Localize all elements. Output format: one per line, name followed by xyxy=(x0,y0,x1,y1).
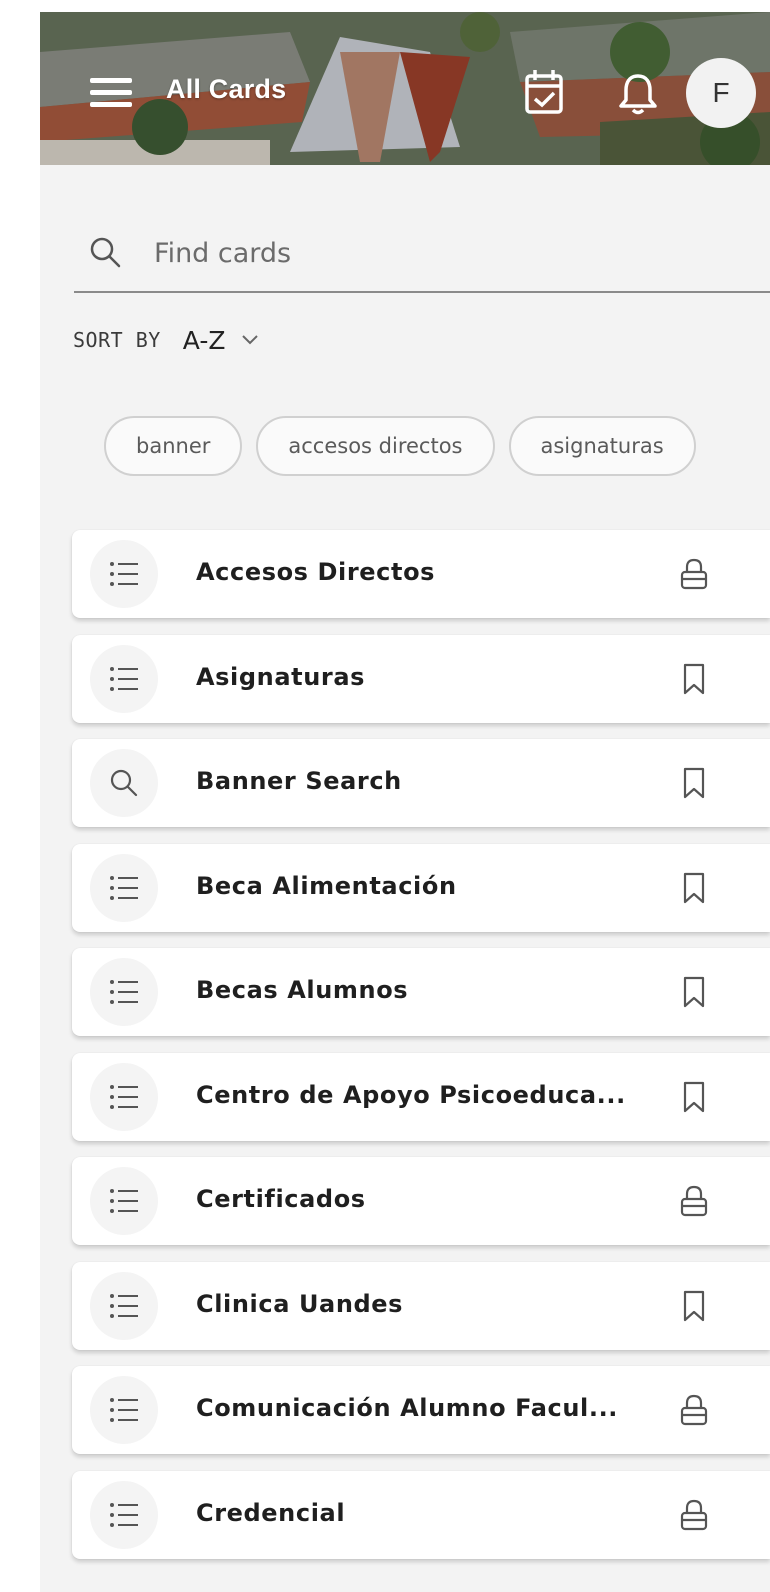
bookmark-icon[interactable] xyxy=(676,661,712,697)
card-item[interactable]: Comunicación Alumno Facul... xyxy=(72,1366,770,1454)
bookmark-icon[interactable] xyxy=(676,765,712,801)
list-icon xyxy=(90,540,158,608)
list-icon xyxy=(90,958,158,1026)
search-icon xyxy=(90,237,121,268)
bookmark-icon[interactable] xyxy=(676,1079,712,1115)
page-title: All Cards xyxy=(166,74,287,104)
app-page: All Cards F SORT BY A-Z xyxy=(40,12,770,1592)
chip-asignaturas[interactable]: asignaturas xyxy=(508,416,696,476)
list-icon xyxy=(90,1063,158,1131)
list-icon xyxy=(90,1272,158,1340)
header-banner: All Cards F xyxy=(40,12,770,165)
list-icon xyxy=(90,1481,158,1549)
search-input[interactable] xyxy=(152,227,756,279)
card-item[interactable]: Accesos Directos xyxy=(72,530,770,618)
search-icon xyxy=(90,749,158,817)
avatar[interactable]: F xyxy=(686,58,756,128)
header-shade xyxy=(40,12,770,165)
sort-dropdown[interactable]: SORT BY A-Z xyxy=(73,317,260,363)
lock-icon[interactable] xyxy=(676,556,712,592)
calendar-check-icon[interactable] xyxy=(524,68,564,116)
card-item[interactable]: Asignaturas xyxy=(72,635,770,723)
card-title: Comunicación Alumno Facul... xyxy=(196,1394,619,1422)
card-title: Centro de Apoyo Psicoeduca... xyxy=(196,1081,626,1109)
card-title: Beca Alimentación xyxy=(196,872,457,900)
chip-accesos-directos[interactable]: accesos directos xyxy=(256,416,495,476)
filter-chips: banner accesos directos asignaturas xyxy=(104,416,770,476)
chevron-down-icon xyxy=(241,335,258,345)
card-title: Asignaturas xyxy=(196,663,366,691)
sort-value: A-Z xyxy=(182,325,226,355)
card-item[interactable]: Banner Search xyxy=(72,739,770,827)
bookmark-icon[interactable] xyxy=(676,1288,712,1324)
list-icon xyxy=(90,1167,158,1235)
card-item[interactable]: Becas Alumnos xyxy=(72,948,770,1036)
bell-icon[interactable] xyxy=(616,70,660,116)
card-item[interactable]: Beca Alimentación xyxy=(72,844,770,932)
sort-label: SORT BY xyxy=(73,328,161,352)
list-icon xyxy=(90,645,158,713)
lock-icon[interactable] xyxy=(676,1497,712,1533)
chip-banner[interactable]: banner xyxy=(104,416,243,476)
card-item[interactable]: Certificados xyxy=(72,1157,770,1245)
card-item[interactable]: Clinica Uandes xyxy=(72,1262,770,1350)
card-title: Accesos Directos xyxy=(196,558,436,586)
card-title: Credencial xyxy=(196,1499,346,1527)
bookmark-icon[interactable] xyxy=(676,870,712,906)
menu-icon[interactable] xyxy=(90,78,132,108)
card-title: Certificados xyxy=(196,1185,366,1213)
bookmark-icon[interactable] xyxy=(676,974,712,1010)
card-title: Becas Alumnos xyxy=(196,976,409,1004)
card-item[interactable]: Centro de Apoyo Psicoeduca... xyxy=(72,1053,770,1141)
list-icon xyxy=(90,1376,158,1444)
search-bar xyxy=(74,217,770,293)
list-icon xyxy=(90,854,158,922)
card-item[interactable]: Credencial xyxy=(72,1471,770,1559)
card-title: Clinica Uandes xyxy=(196,1290,404,1318)
card-title: Banner Search xyxy=(196,767,402,795)
avatar-initial: F xyxy=(712,77,730,108)
lock-icon[interactable] xyxy=(676,1183,712,1219)
lock-icon[interactable] xyxy=(676,1392,712,1428)
